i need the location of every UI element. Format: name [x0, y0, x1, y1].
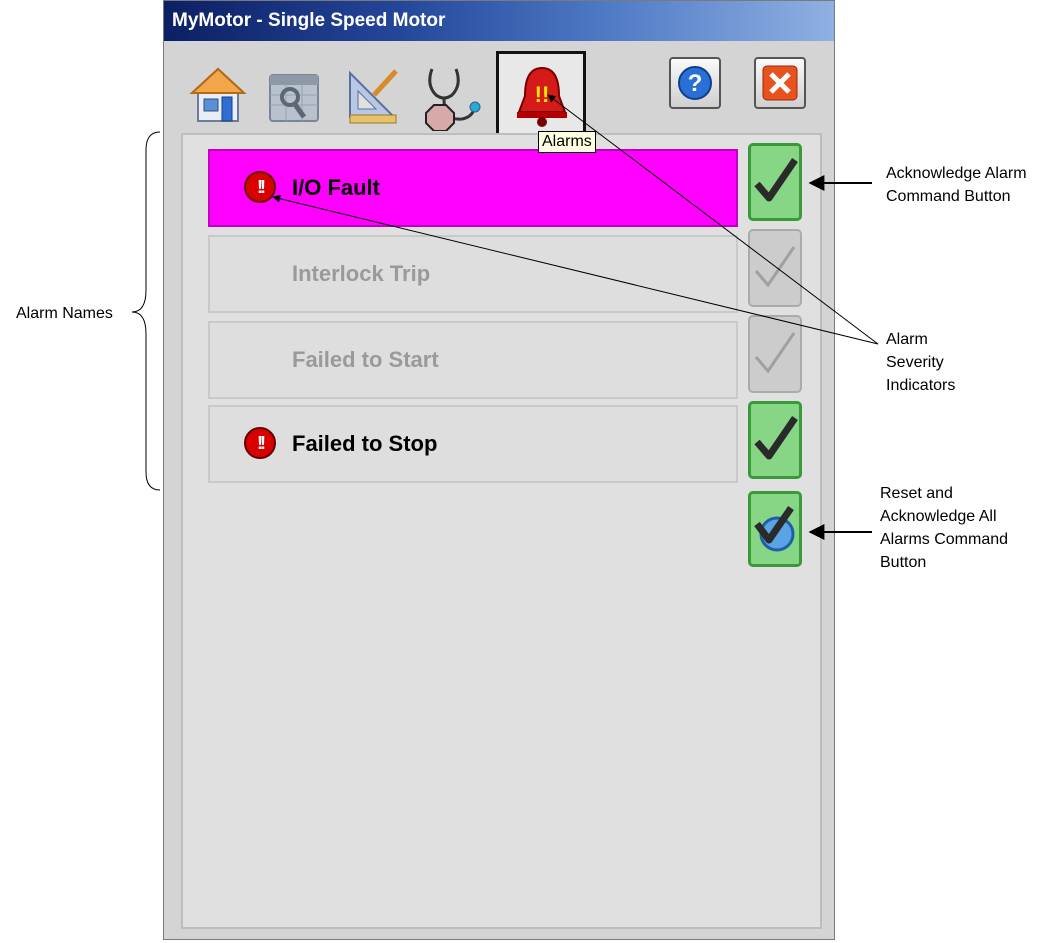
annotation-overlay — [131, 94, 879, 540]
callout-alarm-names: Alarm Names — [16, 305, 113, 322]
callout-acknowledge-alarm: Acknowledge Alarm Command Button — [886, 165, 1027, 205]
brace-alarm-names — [131, 131, 161, 491]
callout-severity-indicators: Alarm Severity Indicators — [886, 331, 956, 394]
callout-reset-acknowledge-all: Reset and Acknowledge All Alarms Command… — [880, 485, 1009, 571]
